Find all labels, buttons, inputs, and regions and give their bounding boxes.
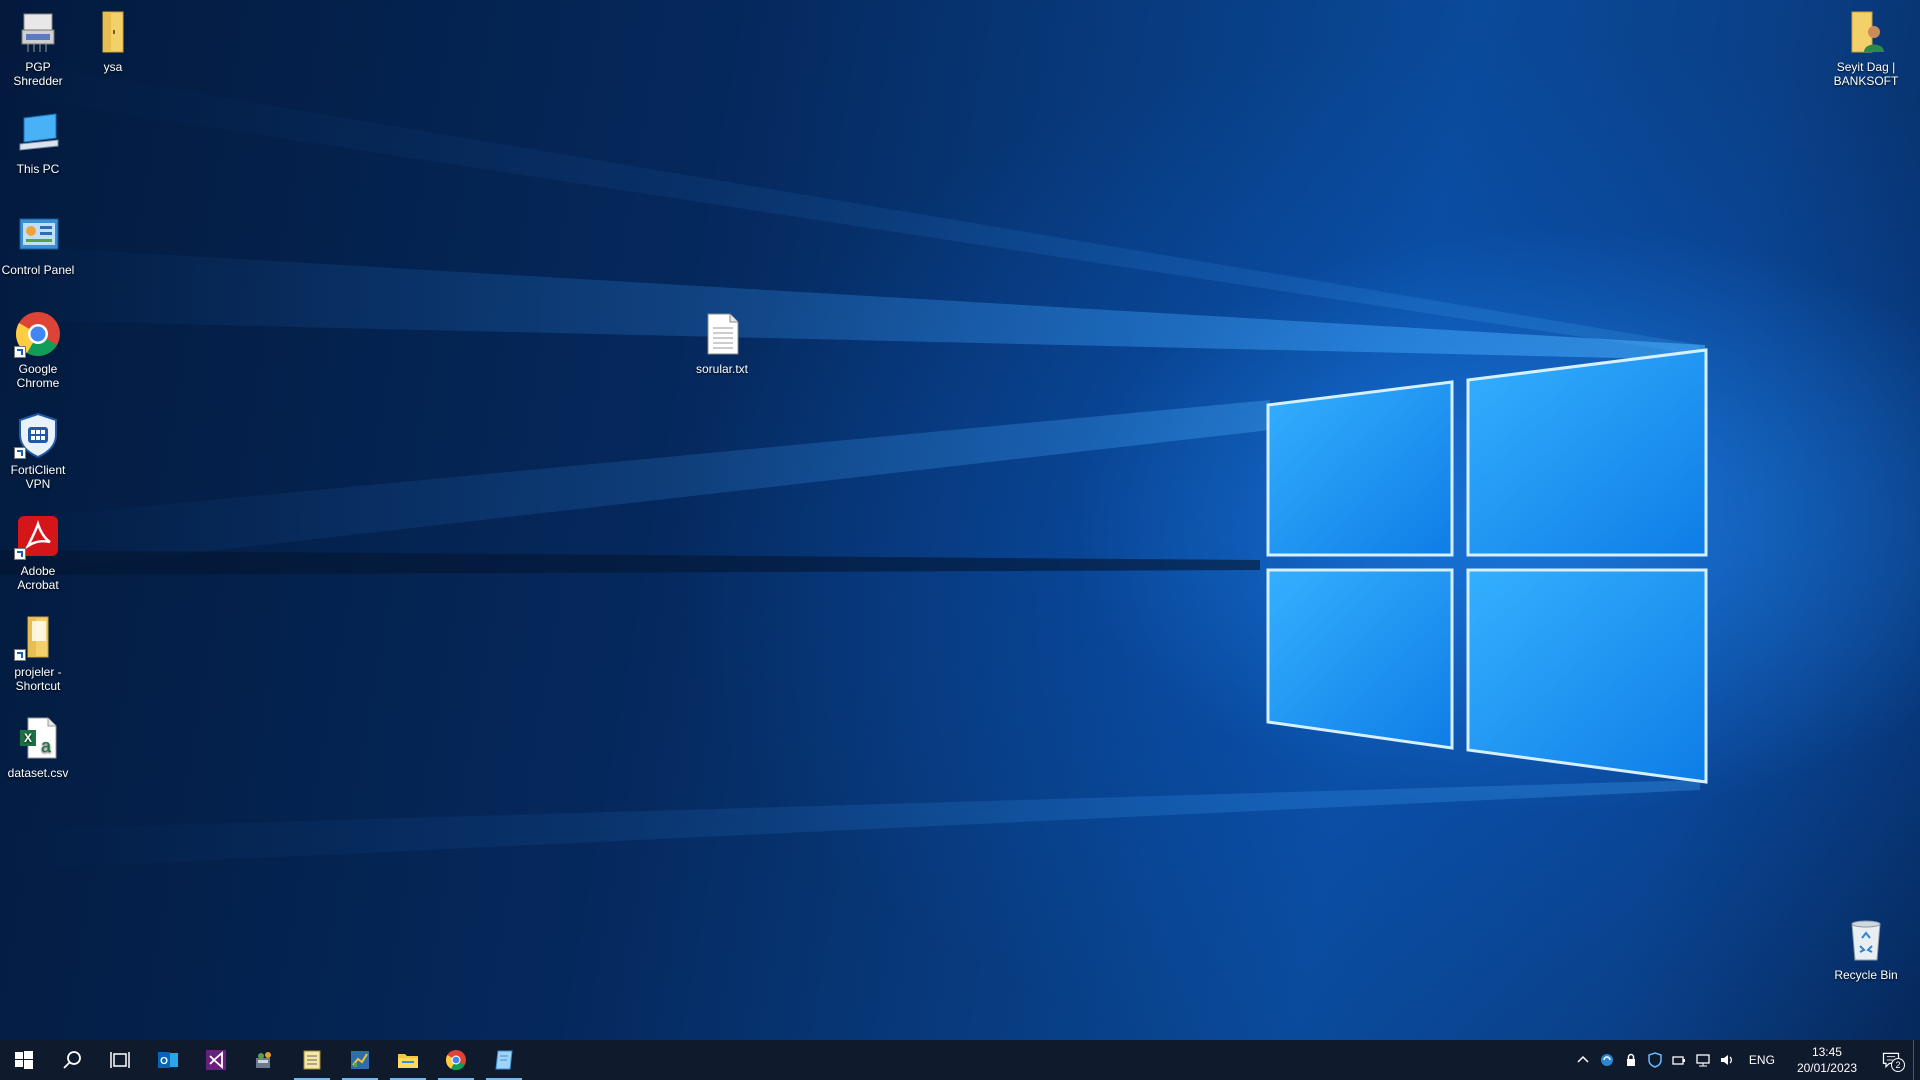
folder-icon [89,8,137,56]
desktop-icon-ysa[interactable]: ysa [75,8,151,74]
search-icon [63,1051,81,1069]
shield-icon [1648,1052,1662,1068]
desktop-icon-label: Recycle Bin [1834,968,1898,982]
taskbar-visual-studio[interactable] [192,1040,240,1080]
desktop-icon-label: Seyit Dag | BANKSOFT [1833,60,1899,88]
lock-icon [1626,1053,1635,1066]
desktop-icon-google-chrome[interactable]: Google Chrome [0,310,76,390]
tray-cloud-sync[interactable] [1595,1040,1619,1080]
task-view-icon [110,1052,130,1068]
taskbar-outlook[interactable]: O [144,1040,192,1080]
desktop-icon-recycle-bin[interactable]: Recycle Bin [1822,916,1910,982]
recycle-bin-icon [1842,916,1890,964]
file-explorer-icon [398,1054,418,1068]
desktop-icon-label: sorular.txt [695,362,749,376]
desktop-icon-dataset-csv[interactable]: Xa dataset.csv [0,714,76,780]
chevron-up-icon [1577,1055,1589,1063]
show-hidden-icons-button[interactable] [1571,1040,1595,1080]
desktop-icon-label: projeler - Shortcut [14,665,62,693]
svg-text:O: O [160,1056,168,1067]
desktop-icon-label: ysa [103,60,123,74]
desktop-icon-label: This PC [16,162,60,176]
desktop-icon-label: Google Chrome [16,362,60,390]
clock[interactable]: 13:45 20/01/2023 [1785,1044,1869,1076]
shortcut-arrow-icon [14,447,26,459]
desktop-icon-forticlient-vpn[interactable]: FortiClient VPN [0,411,76,491]
system-tray: ENG 13:45 20/01/2023 2 [1571,1040,1920,1080]
desktop-icon-this-pc[interactable]: This PC [0,110,76,176]
desktop-icon-label: PGP Shredder [13,60,63,88]
chrome-icon [445,1050,466,1071]
language-indicator[interactable]: ENG [1739,1053,1785,1067]
text-file-icon [698,310,746,358]
desktop-icon-user-folder[interactable]: Seyit Dag | BANKSOFT [1822,8,1910,88]
desktop-icon-sorular-txt[interactable]: sorular.txt [684,310,760,376]
computer-icon [14,110,62,158]
desktop-icon-label: FortiClient VPN [10,463,66,491]
shortcut-arrow-icon [14,346,26,358]
tray-network[interactable] [1691,1040,1715,1080]
show-desktop-button[interactable] [1913,1040,1920,1080]
speaker-icon [1720,1055,1732,1065]
start-button[interactable] [0,1040,48,1080]
power-plug-icon [1672,1056,1685,1065]
windows-logo [1266,348,1708,784]
desktop-icon-label: Adobe Acrobat [17,564,59,592]
forticlient-icon [14,411,62,459]
visual-studio-icon [206,1050,226,1070]
desktop-icon-adobe-acrobat[interactable]: Adobe Acrobat [0,512,76,592]
wallpaper [0,60,1708,870]
tray-volume[interactable] [1715,1040,1739,1080]
clock-date: 20/01/2023 [1796,1061,1857,1075]
outlook-icon: O [158,1052,178,1068]
notes-app-icon [495,1050,513,1070]
shredder-icon [14,8,62,56]
taskbar-chrome[interactable] [432,1040,480,1080]
taskbar-chart-tool[interactable] [336,1040,384,1080]
desktop-icon-label: Control Panel [1,263,75,277]
task-view-button[interactable] [96,1040,144,1080]
notification-count-badge: 2 [1891,1058,1905,1072]
desktop-icon-label: dataset.csv [7,766,69,780]
tray-vpn-shield[interactable] [1643,1040,1667,1080]
taskbar-file-explorer[interactable] [384,1040,432,1080]
tray-lock[interactable] [1619,1040,1643,1080]
clock-time: 13:45 [1811,1045,1842,1059]
action-center-button[interactable]: 2 [1869,1040,1913,1080]
desktop-icon-projeler-shortcut[interactable]: projeler - Shortcut [0,613,76,693]
folder-shortcut-icon [14,613,62,661]
network-icon [1696,1054,1710,1067]
sync-icon [1600,1054,1613,1066]
chart-tool-icon [351,1051,369,1069]
taskbar-notepad-app[interactable] [288,1040,336,1080]
taskbar: O ENG 13:45 20/01/2023 2 [0,1040,1920,1080]
taskbar-notes-app[interactable] [480,1040,528,1080]
chrome-icon [14,310,62,358]
windows-start-icon [15,1051,33,1069]
notepad-app-icon [303,1050,321,1070]
control-panel-icon [14,211,62,259]
shortcut-arrow-icon [14,649,26,661]
search-button[interactable] [48,1040,96,1080]
excel-csv-icon: Xa [14,714,62,762]
user-folder-icon [1842,8,1890,56]
acrobat-icon [14,512,62,560]
shortcut-arrow-icon [14,548,26,560]
desktop-icon-control-panel[interactable]: Control Panel [0,211,76,277]
network-tool-icon [256,1052,271,1068]
tray-power[interactable] [1667,1040,1691,1080]
desktop-icon-pgp-shredder[interactable]: PGP Shredder [0,8,76,88]
taskbar-network-tool[interactable] [240,1040,288,1080]
svg-text:X: X [24,731,32,745]
svg-text:a: a [41,736,52,756]
